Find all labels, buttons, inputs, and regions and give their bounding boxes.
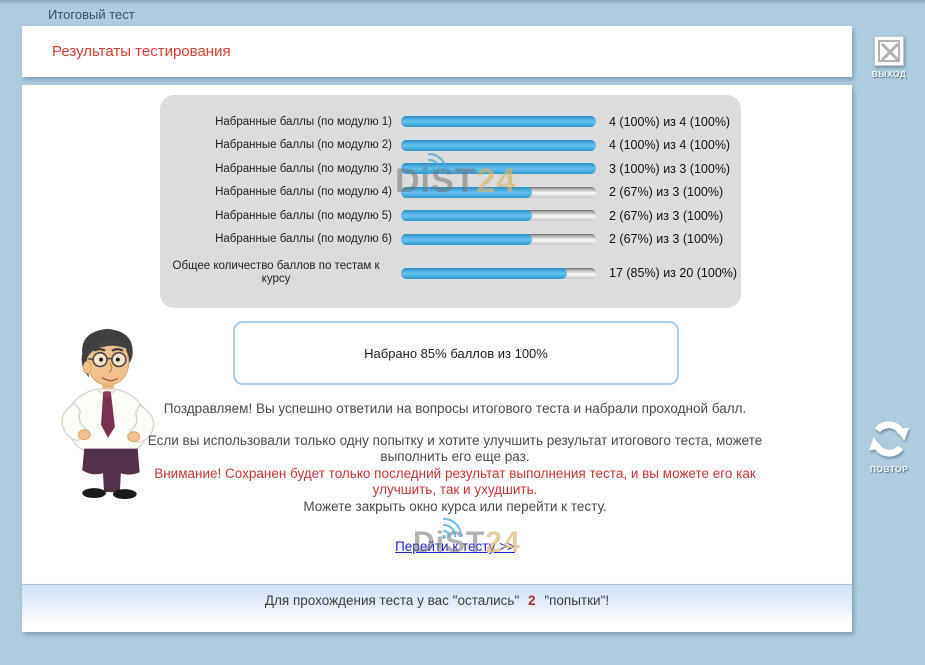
window-title: Итоговый тест: [48, 7, 135, 22]
result-row: Набранные баллы (по модулю 4) 2 (67%) из …: [160, 181, 741, 205]
closing-text: Можете закрыть окно курса или перейти к …: [145, 499, 765, 516]
result-messages: Поздравляем! Вы успешно ответили на вопр…: [145, 401, 765, 556]
close-icon: [878, 40, 900, 62]
warning-text: Внимание! Сохранен будет только последни…: [145, 466, 765, 499]
result-row-label: Набранные баллы (по модулю 6): [160, 233, 401, 245]
progress-bar-track: [401, 140, 596, 151]
exit-button-label: ВЫХОД: [860, 69, 918, 79]
result-row: Набранные баллы (по модулю 3) 3 (100%) из…: [160, 157, 741, 181]
result-row: Общее количество баллов по тестам к курс…: [160, 251, 741, 295]
progress-bar-track: [401, 116, 596, 127]
app-background: { "window": { "title": "Итоговый тест" }…: [0, 0, 925, 665]
progress-bar-fill: [401, 234, 532, 245]
progress-bar-track: [401, 163, 596, 174]
result-row-value: 4 (100%) из 4 (100%): [596, 138, 730, 152]
result-row-label: Общее количество баллов по тестам к курс…: [160, 260, 401, 286]
progress-bar-fill: [401, 163, 596, 174]
link-row: Перейти к тесту >>: [145, 539, 765, 556]
retry-info-text: Если вы использовали только одну попытку…: [145, 433, 765, 466]
result-row-label: Набранные баллы (по модулю 1): [160, 116, 401, 128]
progress-bar-track: [401, 234, 596, 245]
attempts-text-prefix: Для прохождения теста у вас "остались": [265, 593, 519, 608]
result-row-label: Набранные баллы (по модулю 3): [160, 163, 401, 175]
attempts-bar: Для прохождения теста у вас "остались" 2…: [22, 584, 852, 632]
progress-bar-track: [401, 268, 596, 279]
result-row: Набранные баллы (по модулю 5) 2 (67%) из …: [160, 204, 741, 228]
page-title: Результаты тестирования: [52, 43, 231, 60]
result-row: Набранные баллы (по модулю 1) 4 (100%) из…: [160, 110, 741, 134]
progress-bar-fill: [401, 140, 596, 151]
results-card: Набранные баллы (по модулю 1) 4 (100%) из…: [22, 85, 852, 584]
result-row-value: 3 (100%) из 3 (100%): [596, 162, 730, 176]
results-panel: Набранные баллы (по модулю 1) 4 (100%) из…: [160, 95, 741, 308]
repeat-icon: [877, 425, 902, 454]
exit-button[interactable]: [874, 36, 904, 66]
result-row-label: Набранные баллы (по модулю 2): [160, 139, 401, 151]
progress-bar-fill: [401, 187, 532, 198]
repeat-button-label: ПОВТОР: [858, 464, 920, 474]
score-summary-box: Набрано 85% баллов из 100%: [233, 321, 679, 385]
progress-bar-track: [401, 210, 596, 221]
result-row-label: Набранные баллы (по модулю 4): [160, 186, 401, 198]
progress-bar-track: [401, 187, 596, 198]
repeat-button[interactable]: [864, 416, 914, 462]
progress-bar-fill: [401, 116, 596, 127]
score-summary-text: Набрано 85% баллов из 100%: [364, 346, 548, 361]
result-row-label: Набранные баллы (по модулю 5): [160, 210, 401, 222]
progress-bar-fill: [401, 210, 532, 221]
header-card: Результаты тестирования: [22, 26, 852, 77]
progress-bar-fill: [401, 268, 567, 279]
result-row-value: 2 (67%) из 3 (100%): [596, 185, 723, 199]
result-row-value: 2 (67%) из 3 (100%): [596, 232, 723, 246]
result-row-value: 4 (100%) из 4 (100%): [596, 115, 730, 129]
go-to-test-link[interactable]: Перейти к тесту >>: [395, 539, 515, 554]
attempts-text-suffix: "попытки"!: [544, 593, 609, 608]
congrats-text: Поздравляем! Вы успешно ответили на вопр…: [145, 401, 765, 418]
result-row: Набранные баллы (по модулю 6) 2 (67%) из …: [160, 228, 741, 252]
attempts-count: 2: [528, 593, 536, 608]
result-row: Набранные баллы (по модулю 2) 4 (100%) из…: [160, 134, 741, 158]
result-row-value: 17 (85%) из 20 (100%): [596, 266, 737, 280]
window-top-edge: [0, 0, 925, 5]
result-row-value: 2 (67%) из 3 (100%): [596, 209, 723, 223]
